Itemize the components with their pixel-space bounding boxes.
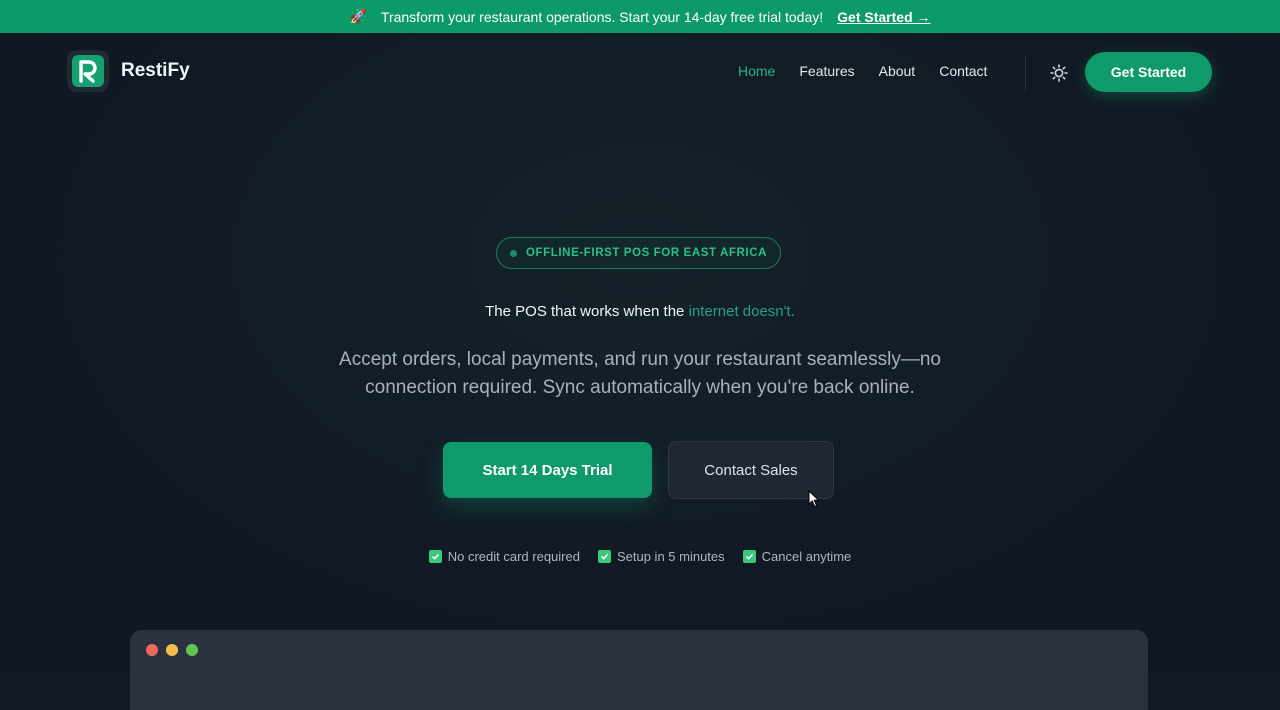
- nav-links: Home Features About Contact: [738, 63, 987, 79]
- page: RestiFy Home Features About Contact Get …: [0, 33, 1280, 710]
- checklist-item: Cancel anytime: [742, 549, 852, 564]
- hero-badge: OFFLINE-FIRST POS FOR EAST AFRICA: [496, 237, 781, 269]
- logo-icon: [67, 50, 109, 92]
- checkbox-checked-icon: [597, 550, 611, 563]
- checklist-label: Setup in 5 minutes: [616, 549, 725, 564]
- navbar: RestiFy Home Features About Contact Get …: [0, 33, 1280, 109]
- window-maximize-dot-icon: [186, 644, 198, 656]
- logo-r-glyph: [79, 60, 97, 83]
- mouse-cursor-icon: [808, 490, 820, 508]
- headline-accent: internet doesn't.: [688, 303, 795, 320]
- hero-headline: The POS that works when the internet doe…: [0, 303, 1280, 320]
- sun-icon: [1050, 64, 1068, 82]
- window-controls: [146, 644, 198, 656]
- nav-link-features[interactable]: Features: [799, 63, 854, 79]
- checklist-label: Cancel anytime: [761, 549, 852, 564]
- checklist-item: No credit card required: [428, 549, 580, 564]
- announcement-text: Transform your restaurant operations. St…: [380, 8, 824, 25]
- app-preview-window: [130, 630, 1148, 710]
- window-close-dot-icon: [146, 644, 158, 656]
- nav-divider: [1025, 55, 1026, 91]
- badge-dot-icon: [509, 249, 517, 257]
- hero-subtitle: Accept orders, local payments, and run y…: [339, 349, 941, 398]
- checklist-item: Setup in 5 minutes: [597, 549, 725, 564]
- hero-checklist: No credit card required Setup in 5 minut…: [0, 549, 1280, 564]
- nav-link-contact[interactable]: Contact: [939, 63, 987, 79]
- rocket-icon: 🚀: [349, 8, 367, 24]
- nav-get-started-button[interactable]: Get Started: [1085, 52, 1212, 92]
- hero-badge-text: OFFLINE-FIRST POS FOR EAST AFRICA: [525, 247, 768, 259]
- logo[interactable]: RestiFy: [67, 50, 190, 92]
- headline-main: The POS that works when the: [485, 303, 689, 320]
- brand-name: RestiFy: [121, 60, 190, 81]
- announcement-bar: 🚀 Transform your restaurant operations. …: [0, 0, 1280, 33]
- checklist-label: No credit card required: [447, 549, 580, 564]
- checkbox-checked-icon: [742, 550, 756, 563]
- nav-link-home[interactable]: Home: [738, 63, 775, 79]
- window-minimize-dot-icon: [166, 644, 178, 656]
- start-trial-button[interactable]: Start 14 Days Trial: [443, 442, 652, 498]
- theme-toggle-button[interactable]: [1046, 60, 1072, 86]
- checkbox-checked-icon: [428, 550, 442, 563]
- nav-link-about[interactable]: About: [879, 63, 916, 79]
- announcement-get-started-link[interactable]: Get Started →: [837, 9, 930, 25]
